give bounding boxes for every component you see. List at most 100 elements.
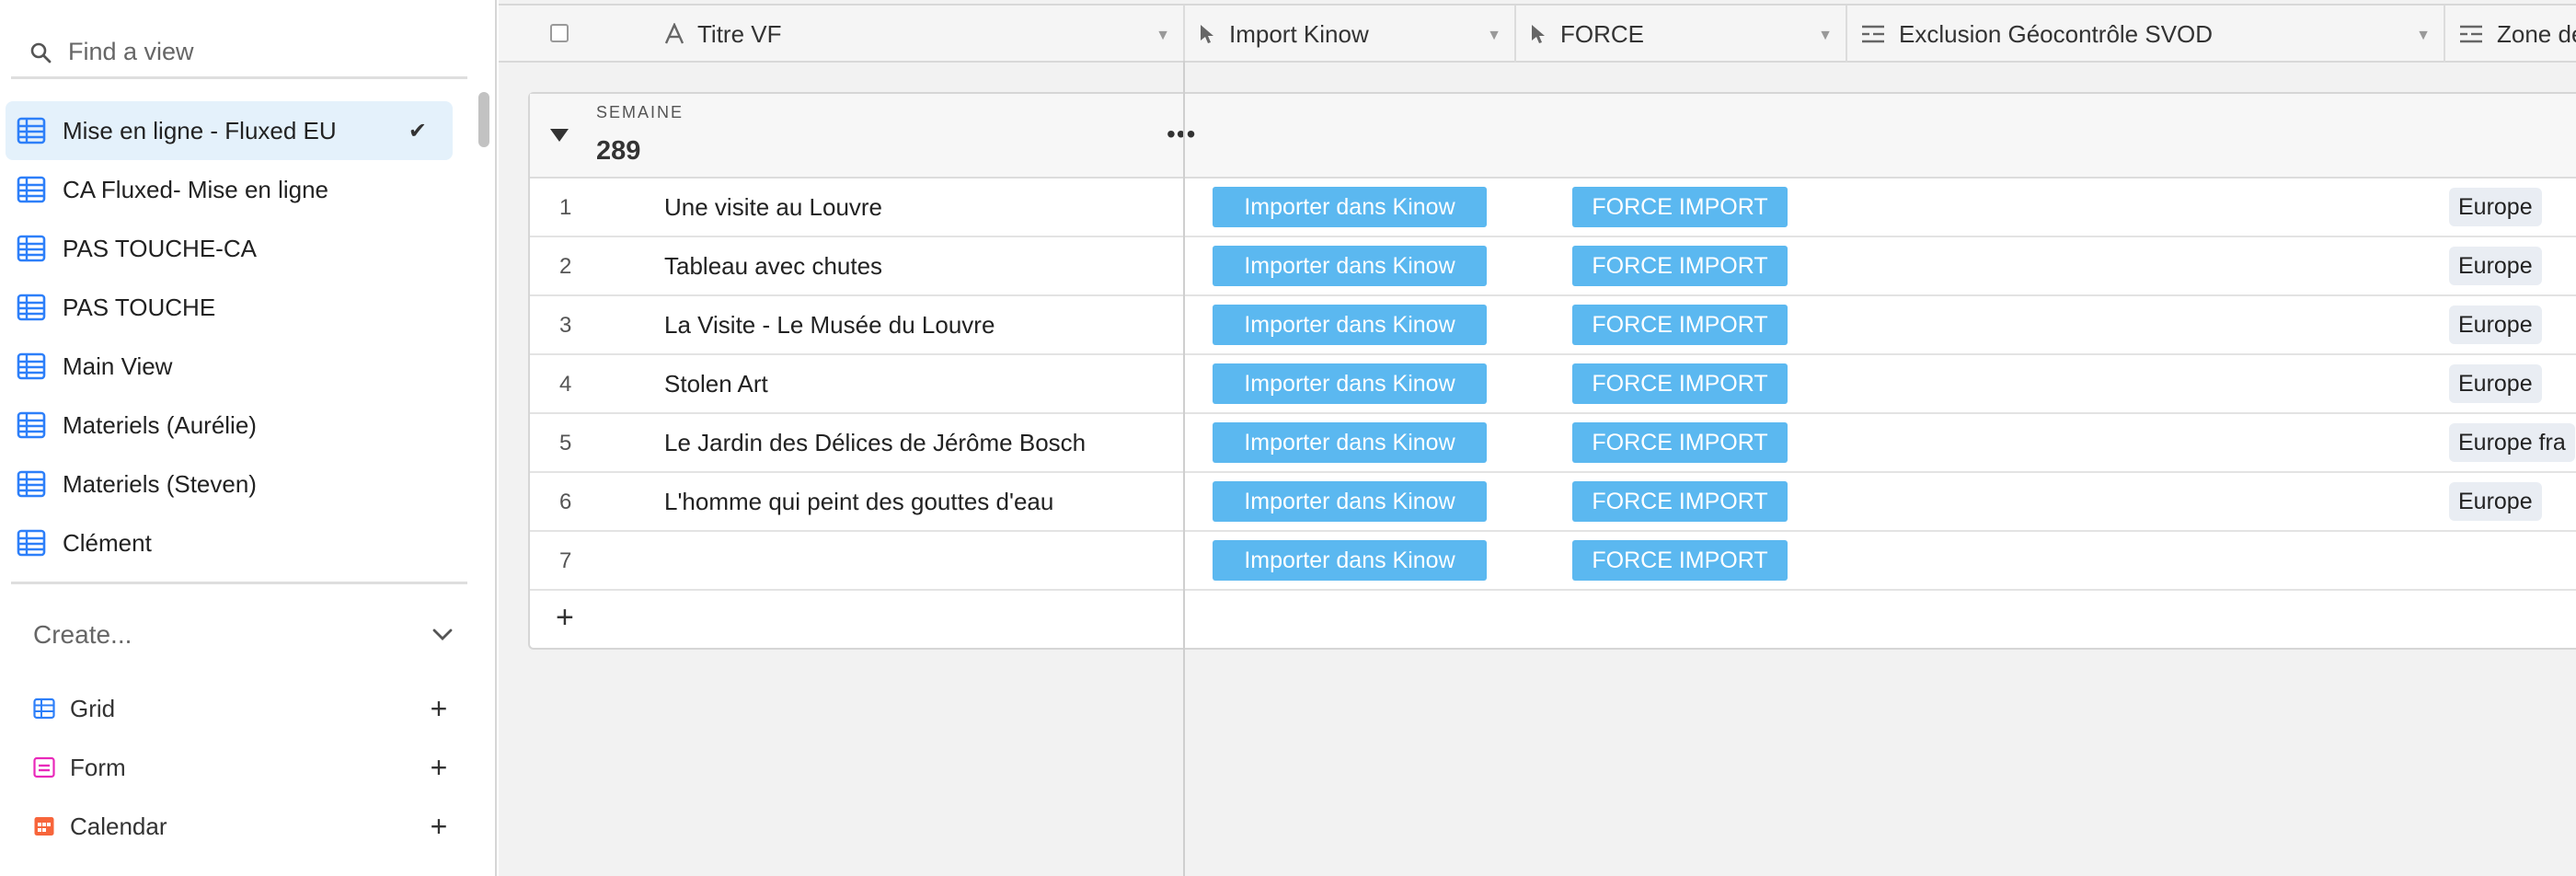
view-label: Materiels (Steven) [63, 469, 257, 498]
titre-vf-cell[interactable]: Tableau avec chutes [664, 252, 882, 281]
view-search[interactable] [11, 28, 467, 79]
checkmark-icon: ✔ [408, 119, 427, 144]
views-sidebar: Mise en ligne - Fluxed EU ✔ CA Fluxed- M… [0, 0, 497, 876]
view-item-materiels-steven[interactable]: Materiels (Steven) [6, 455, 453, 513]
view-label: PAS TOUCHE-CA [63, 234, 257, 262]
view-item-main-view[interactable]: Main View [6, 337, 453, 396]
grid-view-icon [17, 470, 46, 498]
titre-vf-cell[interactable]: Stolen Art [664, 370, 768, 398]
cursor-icon [1201, 25, 1213, 43]
force-import-button[interactable]: FORCE IMPORT [1572, 363, 1788, 404]
row-number: 1 [559, 195, 572, 220]
view-item-ca-fluxed[interactable]: CA Fluxed- Mise en ligne [6, 160, 453, 219]
row-number: 6 [559, 490, 572, 514]
table-row[interactable]: 3 La Visite - Le Musée du Louvre Importe… [530, 296, 2576, 355]
titre-vf-cell[interactable]: La Visite - Le Musée du Louvre [664, 311, 995, 340]
grid-view-icon [17, 176, 46, 203]
row-number: 2 [559, 254, 572, 279]
column-header-zone[interactable]: Zone de [2445, 6, 2576, 63]
view-label: PAS TOUCHE [63, 293, 216, 321]
zone-tag: Europe [2449, 188, 2542, 226]
create-grid-view[interactable]: Grid + [33, 686, 453, 731]
column-header-import-kinow[interactable]: Import Kinow ▼ [1185, 6, 1516, 63]
group-value: 289 [596, 136, 641, 166]
add-record-button[interactable]: + [530, 591, 1183, 648]
create-item-label: Form [70, 753, 126, 781]
import-kinow-button[interactable]: Importer dans Kinow [1213, 422, 1487, 463]
import-kinow-button[interactable]: Importer dans Kinow [1213, 363, 1487, 404]
zone-tag: Europe [2449, 247, 2542, 285]
import-kinow-button[interactable]: Importer dans Kinow [1213, 305, 1487, 345]
multi-select-icon [1862, 25, 1884, 43]
view-label: Materiels (Aurélie) [63, 410, 257, 439]
force-import-button[interactable]: FORCE IMPORT [1572, 540, 1788, 581]
zone-tag: Europe [2449, 482, 2542, 521]
column-label: FORCE [1560, 19, 1644, 48]
view-item-pas-touche[interactable]: PAS TOUCHE [6, 278, 453, 337]
force-import-button[interactable]: FORCE IMPORT [1572, 305, 1788, 345]
column-label: Zone de [2497, 19, 2576, 48]
import-kinow-button[interactable]: Importer dans Kinow [1213, 187, 1487, 227]
column-header-titre-vf[interactable]: Titre VF ▼ [499, 6, 1185, 63]
record-group: SEMAINE 289 ••• 1 Une visite au Louvre I… [528, 92, 2576, 650]
chevron-down-icon [432, 628, 453, 640]
caret-down-icon[interactable]: ▼ [1156, 28, 1170, 44]
sidebar-scrollbar[interactable] [478, 92, 489, 147]
plus-icon: + [556, 600, 574, 635]
cursor-icon [1532, 25, 1545, 43]
view-list: Mise en ligne - Fluxed EU ✔ CA Fluxed- M… [0, 101, 469, 572]
table-row[interactable]: 6 L'homme qui peint des gouttes d'eau Im… [530, 473, 2576, 532]
column-label: Titre VF [697, 19, 782, 48]
view-label: CA Fluxed- Mise en ligne [63, 175, 329, 203]
grid-area: Titre VF ▼ Import Kinow ▼ FORCE ▼ Exclus… [499, 0, 2576, 876]
caret-down-icon[interactable]: ▼ [2416, 28, 2431, 44]
group-header: SEMAINE 289 ••• [530, 94, 2576, 179]
caret-down-icon[interactable]: ▼ [1487, 28, 1501, 44]
more-options-icon[interactable]: ••• [1167, 120, 1196, 149]
force-import-button[interactable]: FORCE IMPORT [1572, 187, 1788, 227]
frozen-column-divider [1183, 61, 1185, 876]
view-item-materiels-aurelie[interactable]: Materiels (Aurélie) [6, 396, 453, 455]
force-import-button[interactable]: FORCE IMPORT [1572, 246, 1788, 286]
import-kinow-button[interactable]: Importer dans Kinow [1213, 246, 1487, 286]
view-item-mise-en-ligne-fluxed-eu[interactable]: Mise en ligne - Fluxed EU ✔ [6, 101, 453, 160]
multi-select-icon [2460, 25, 2482, 43]
titre-vf-cell[interactable]: Le Jardin des Délices de Jérôme Bosch [664, 429, 1086, 457]
view-label: Mise en ligne - Fluxed EU [63, 116, 337, 144]
calendar-view-icon [34, 817, 54, 836]
create-calendar-view[interactable]: Calendar + [33, 804, 453, 848]
grid-view-icon [17, 411, 46, 439]
search-input[interactable] [68, 38, 436, 66]
import-kinow-button[interactable]: Importer dans Kinow [1213, 540, 1487, 581]
titre-vf-cell[interactable]: L'homme qui peint des gouttes d'eau [664, 488, 1053, 516]
column-header-exclusion-geocontrole[interactable]: Exclusion Géocontrôle SVOD ▼ [1847, 6, 2445, 63]
grid-view-icon [33, 697, 55, 720]
import-kinow-button[interactable]: Importer dans Kinow [1213, 481, 1487, 522]
table-row[interactable]: 5 Le Jardin des Délices de Jérôme Bosch … [530, 414, 2576, 473]
table-row[interactable]: 7 Importer dans Kinow FORCE IMPORT [530, 532, 2576, 591]
column-header-force[interactable]: FORCE ▼ [1516, 6, 1847, 63]
table-row[interactable]: 4 Stolen Art Importer dans Kinow FORCE I… [530, 355, 2576, 414]
group-field-name: SEMAINE [596, 103, 684, 121]
row-number: 5 [559, 431, 572, 455]
view-item-clement[interactable]: Clément [6, 513, 453, 572]
force-import-button[interactable]: FORCE IMPORT [1572, 481, 1788, 522]
grid-header: Titre VF ▼ Import Kinow ▼ FORCE ▼ Exclus… [499, 4, 2576, 63]
view-item-pas-touche-ca[interactable]: PAS TOUCHE-CA [6, 219, 453, 278]
zone-tag: Europe [2449, 305, 2542, 344]
titre-vf-cell[interactable]: Une visite au Louvre [664, 193, 882, 222]
collapse-toggle-icon[interactable] [550, 129, 569, 142]
grid-view-icon [17, 529, 46, 557]
create-label: Create... [33, 620, 132, 649]
force-import-button[interactable]: FORCE IMPORT [1572, 422, 1788, 463]
table-row[interactable]: 2 Tableau avec chutes Importer dans Kino… [530, 237, 2576, 296]
create-form-view[interactable]: Form + [33, 745, 453, 790]
text-field-icon [664, 23, 684, 44]
caret-down-icon[interactable]: ▼ [1818, 28, 1833, 44]
table-row[interactable]: 1 Une visite au Louvre Importer dans Kin… [530, 179, 2576, 237]
select-all-checkbox[interactable] [550, 24, 569, 42]
create-view-toggle[interactable]: Create... [33, 615, 453, 655]
row-number: 3 [559, 313, 572, 338]
row-number: 4 [559, 372, 572, 397]
plus-icon: + [430, 691, 448, 725]
